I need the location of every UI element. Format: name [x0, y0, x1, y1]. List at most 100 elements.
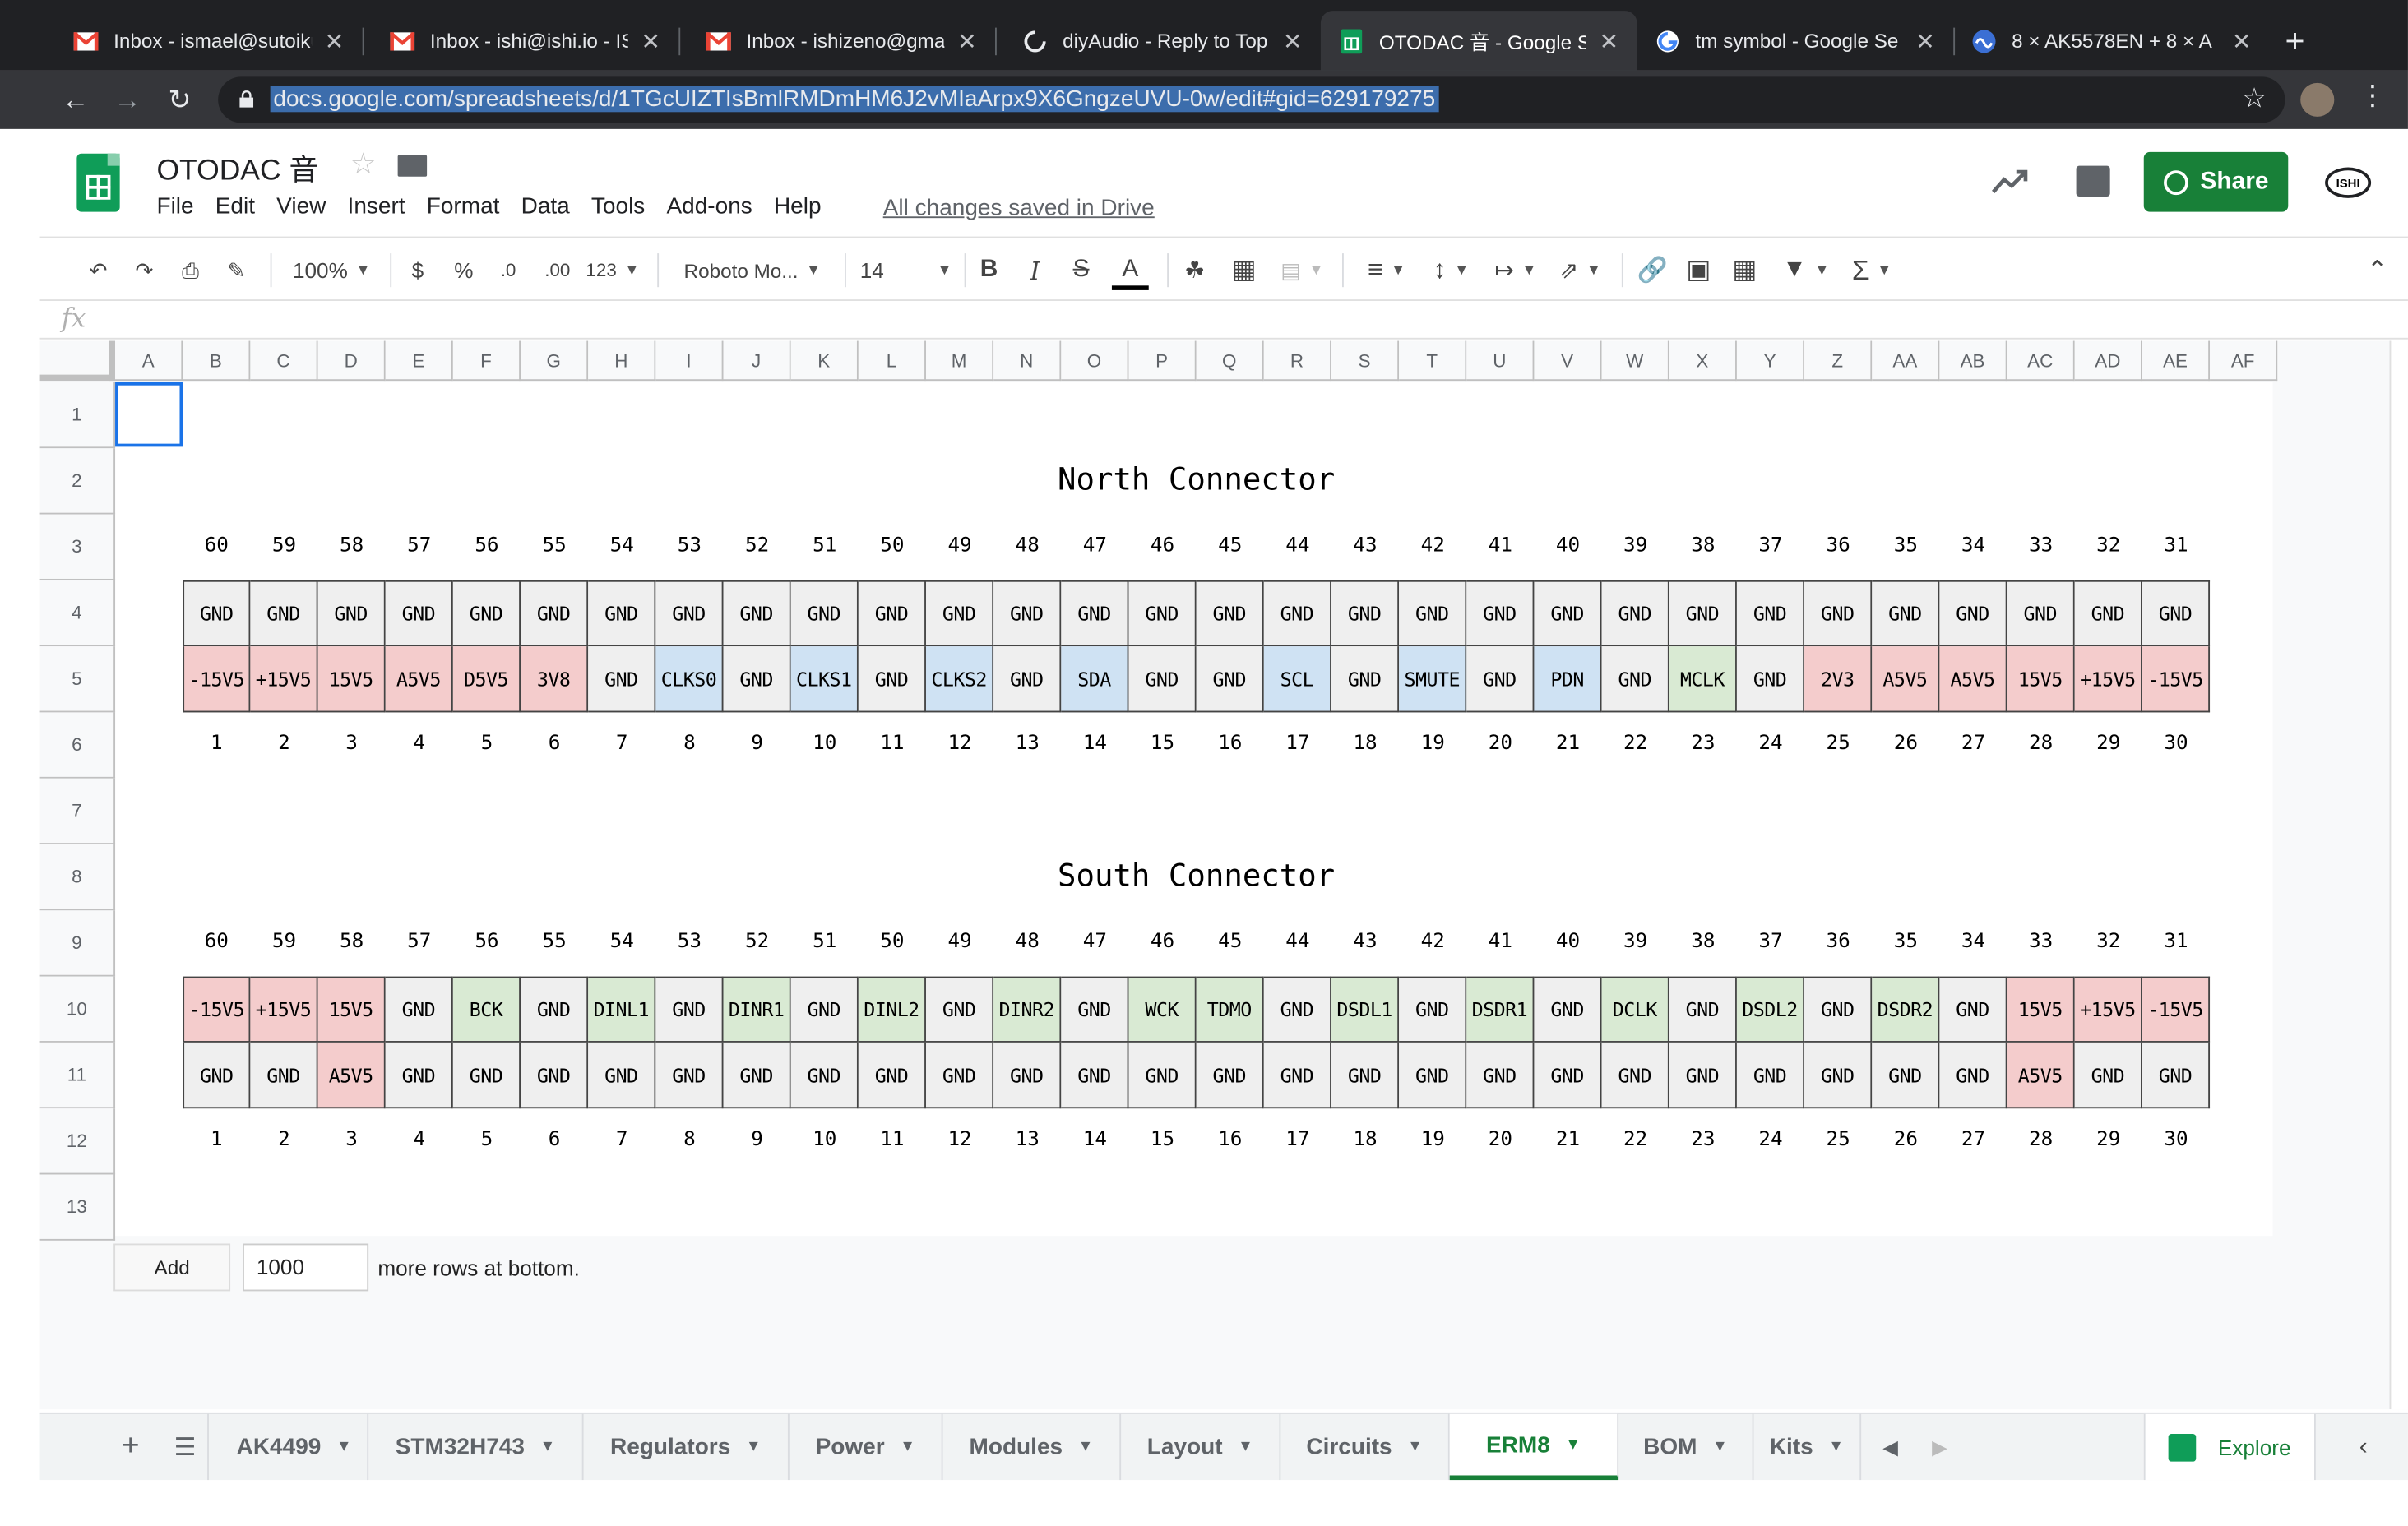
- add-rows-input[interactable]: 1000: [243, 1243, 369, 1292]
- row-header-2[interactable]: 2: [39, 448, 116, 515]
- north-pin-cell[interactable]: SCL: [1263, 646, 1331, 713]
- north-pin-cell[interactable]: CLKS0: [655, 646, 724, 713]
- browser-tab[interactable]: Inbox - ismael@sutoiku ✕: [55, 11, 362, 71]
- north-pin-cell[interactable]: 15V5: [317, 646, 386, 713]
- north-pin-cell[interactable]: GND: [1196, 646, 1264, 713]
- north-pin-cell[interactable]: GND: [723, 580, 791, 647]
- south-pin-cell[interactable]: DSDR1: [1466, 976, 1535, 1043]
- menu-data[interactable]: Data: [521, 193, 570, 220]
- north-pin-cell[interactable]: -15V5: [183, 646, 251, 713]
- south-pin-cell[interactable]: GND: [2074, 1042, 2142, 1109]
- south-pin-cell[interactable]: GND: [385, 1042, 453, 1109]
- star-icon[interactable]: ☆: [350, 147, 377, 183]
- south-pin-cell[interactable]: +15V5: [250, 976, 318, 1043]
- scroll-tabs-right-icon[interactable]: ▶: [1916, 1414, 1962, 1480]
- north-pin-cell[interactable]: GND: [1128, 580, 1197, 647]
- menu-tools[interactable]: Tools: [591, 193, 645, 220]
- add-sheet-icon[interactable]: +: [108, 1414, 154, 1480]
- filter-icon[interactable]: ▼ ▼: [1772, 253, 1840, 287]
- row-header-6[interactable]: 6: [39, 712, 116, 779]
- insert-chart-icon[interactable]: ▦: [1726, 253, 1763, 287]
- north-pin-cell[interactable]: GND: [1399, 580, 1467, 647]
- north-pin-cell[interactable]: MCLK: [1669, 646, 1737, 713]
- menu-insert[interactable]: Insert: [348, 193, 405, 220]
- column-header-i[interactable]: I: [655, 340, 724, 382]
- text-color-icon[interactable]: A: [1111, 253, 1149, 290]
- south-pin-cell[interactable]: GND: [1061, 1042, 1129, 1109]
- row-header-7[interactable]: 7: [39, 778, 116, 845]
- column-header-r[interactable]: R: [1263, 340, 1331, 382]
- bold-icon[interactable]: B: [974, 253, 1004, 287]
- chevron-down-icon[interactable]: ▼: [336, 1439, 351, 1456]
- south-pin-cell[interactable]: DCLK: [1601, 976, 1669, 1043]
- south-pin-cell[interactable]: GND: [1804, 976, 1873, 1043]
- more-formats-select[interactable]: 123 ▼: [584, 253, 642, 287]
- zoom-select[interactable]: 100% ▼: [285, 253, 377, 287]
- north-pin-cell[interactable]: GND: [1736, 646, 1805, 713]
- north-pin-cell[interactable]: SMUTE: [1399, 646, 1467, 713]
- redo-icon[interactable]: ↷: [126, 253, 163, 287]
- column-header-af[interactable]: AF: [2210, 340, 2278, 382]
- insert-link-icon[interactable]: 🔗: [1634, 253, 1671, 287]
- share-button[interactable]: Share: [2143, 151, 2289, 212]
- north-pin-cell[interactable]: 3V8: [521, 646, 589, 713]
- south-pin-cell[interactable]: GND: [1669, 1042, 1737, 1109]
- add-rows-button[interactable]: Add: [113, 1243, 231, 1292]
- column-header-x[interactable]: X: [1669, 340, 1737, 382]
- south-pin-cell[interactable]: GND: [1128, 1042, 1197, 1109]
- all-sheets-icon[interactable]: ☰: [163, 1413, 209, 1481]
- south-pin-cell[interactable]: GND: [1263, 1042, 1331, 1109]
- account-avatar[interactable]: ISHI: [2325, 167, 2372, 198]
- column-header-ae[interactable]: AE: [2142, 340, 2211, 382]
- row-header-11[interactable]: 11: [39, 1042, 116, 1109]
- column-header-b[interactable]: B: [183, 340, 251, 382]
- text-wrapping-icon[interactable]: ↦ ▼: [1489, 253, 1541, 287]
- south-pin-cell[interactable]: DINL1: [588, 976, 656, 1043]
- south-pin-cell[interactable]: GND: [521, 1042, 589, 1109]
- column-header-q[interactable]: Q: [1196, 340, 1264, 382]
- row-header-1[interactable]: 1: [39, 382, 116, 449]
- south-pin-cell[interactable]: GND: [655, 976, 724, 1043]
- sheet-tab-modules[interactable]: Modules ▼: [943, 1413, 1122, 1481]
- strikethrough-icon[interactable]: S: [1066, 253, 1096, 287]
- row-header-4[interactable]: 4: [39, 580, 116, 647]
- column-header-g[interactable]: G: [521, 340, 589, 382]
- sheet-tab-layout[interactable]: Layout ▼: [1121, 1413, 1281, 1481]
- south-pin-cell[interactable]: GND: [250, 1042, 318, 1109]
- close-tab-icon[interactable]: ✕: [325, 27, 344, 55]
- chevron-down-icon[interactable]: ▼: [1238, 1439, 1253, 1456]
- north-pin-cell[interactable]: GND: [183, 580, 251, 647]
- north-pin-cell[interactable]: GND: [317, 580, 386, 647]
- back-icon[interactable]: ←: [55, 80, 95, 120]
- column-header-l[interactable]: L: [858, 340, 926, 382]
- merge-cells-icon[interactable]: ▤ ▼: [1275, 253, 1330, 287]
- north-pin-cell[interactable]: GND: [1872, 580, 1940, 647]
- font-size-select[interactable]: 14 ▼: [860, 253, 952, 287]
- sheet-tab-erm8[interactable]: ERM8 ▼: [1449, 1413, 1619, 1481]
- north-pin-cell[interactable]: GND: [1534, 580, 1602, 647]
- sheet-tab-bom[interactable]: BOM ▼: [1618, 1413, 1754, 1481]
- north-pin-cell[interactable]: 2V3: [1804, 646, 1873, 713]
- north-pin-cell[interactable]: A5V5: [1939, 646, 2007, 713]
- north-pin-cell[interactable]: GND: [1331, 580, 1400, 647]
- paint-format-icon[interactable]: ✎: [218, 253, 255, 287]
- profile-avatar[interactable]: [2300, 82, 2335, 117]
- collapse-toolbar-icon[interactable]: ⌃: [2359, 253, 2396, 287]
- italic-icon[interactable]: I: [1020, 253, 1050, 287]
- increase-decimal-button[interactable]: .00: [538, 253, 578, 287]
- south-pin-cell[interactable]: GND: [1939, 976, 2007, 1043]
- south-pin-cell[interactable]: GND: [1263, 976, 1331, 1043]
- south-pin-cell[interactable]: GND: [723, 1042, 791, 1109]
- row-header-12[interactable]: 12: [39, 1108, 116, 1175]
- south-pin-cell[interactable]: GND: [1399, 976, 1467, 1043]
- south-pin-cell[interactable]: GND: [183, 1042, 251, 1109]
- formula-bar[interactable]: fx: [39, 303, 2408, 340]
- north-pin-cell[interactable]: GND: [588, 580, 656, 647]
- column-header-e[interactable]: E: [385, 340, 453, 382]
- browser-tab[interactable]: diyAudio - Reply to Top ✕: [1004, 11, 1321, 71]
- south-pin-cell[interactable]: GND: [1669, 976, 1737, 1043]
- south-pin-cell[interactable]: DINR1: [723, 976, 791, 1043]
- column-header-y[interactable]: Y: [1736, 340, 1805, 382]
- explore-button[interactable]: Explore: [2143, 1413, 2316, 1481]
- functions-icon[interactable]: Σ ▼: [1845, 253, 1897, 287]
